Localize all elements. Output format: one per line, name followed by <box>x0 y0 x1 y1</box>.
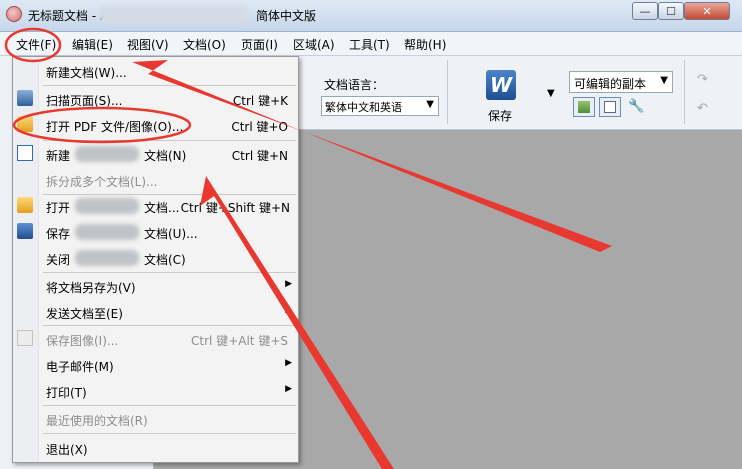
menu-item-label: 将文档另存为(V) <box>46 281 136 295</box>
menu-item-shortcut: Ctrl 键+K <box>232 94 288 108</box>
menu-item-email[interactable]: 电子邮件(M) ▶ <box>13 352 298 378</box>
document-language-label: 文档语言： <box>324 78 385 92</box>
menu-item-save-doc[interactable]: 保存 文档(U)... <box>13 219 298 245</box>
menu-item-save-as[interactable]: 将文档另存为(V) ▶ <box>13 273 298 299</box>
menu-item-shortcut: Ctrl 键+Shift 键+N <box>180 201 290 215</box>
maximize-button[interactable]: ☐ <box>658 2 684 20</box>
save-dropdown-icon[interactable]: ▼ <box>547 88 555 99</box>
submenu-arrow-icon: ▶ <box>285 358 292 368</box>
menu-item-shortcut: Ctrl 键+O <box>231 120 288 134</box>
menu-separator <box>43 433 296 434</box>
save-disk-icon <box>17 330 33 346</box>
redacted-text <box>75 146 139 162</box>
menu-item-label: 打开 PDF 文件/图像(O)... <box>46 120 184 134</box>
submenu-arrow-icon: ▶ <box>285 384 292 394</box>
menu-item-open-pdf[interactable]: 打开 PDF 文件/图像(O)... Ctrl 键+O <box>13 112 298 138</box>
menu-item-label: 打开 <box>46 201 71 215</box>
menu-item-recent-docs[interactable]: 最近使用的文档(R) <box>13 406 298 432</box>
close-button[interactable]: ✕ <box>684 2 730 20</box>
menu-item-label: 保存 <box>46 227 71 241</box>
menu-item-exit[interactable]: 退出(X) <box>13 435 298 461</box>
window-title-tail: 简体中文版 <box>256 9 317 23</box>
save-button-label[interactable]: 保存 <box>488 107 512 124</box>
folder-open-icon <box>17 116 33 132</box>
menu-item-new-word-doc[interactable]: 新建 文档(N) Ctrl 键+N <box>13 141 298 167</box>
menu-item-label: 最近使用的文档(R) <box>46 414 148 428</box>
menu-page[interactable]: 页面(I) <box>241 36 278 53</box>
menu-item-label: 新建 <box>46 149 71 163</box>
redacted-text <box>75 250 139 266</box>
chevron-down-icon: ▼ <box>660 75 668 86</box>
scanner-icon <box>17 90 33 106</box>
menu-item-label: 退出(X) <box>46 443 88 457</box>
app-icon[interactable] <box>6 6 22 22</box>
save-disk-icon <box>17 223 33 239</box>
chevron-down-icon: ▼ <box>426 99 434 110</box>
undo-icon[interactable]: ↶ <box>697 101 708 116</box>
menu-item-shortcut: Ctrl 键+Alt 键+S <box>191 334 288 348</box>
redo-icon[interactable]: ↷ <box>697 72 708 87</box>
wrench-icon[interactable]: 🔧 <box>628 99 644 114</box>
toolbar-divider <box>447 60 448 124</box>
copy-mode-value: 可编辑的副本 <box>574 77 647 91</box>
document-language-select[interactable]: 繁体中文和英语 ▼ <box>321 96 439 116</box>
menu-item-split-doc[interactable]: 拆分成多个文档(L)... <box>13 167 298 193</box>
menu-item-label: 保存图像(I)... <box>46 334 119 348</box>
text-view-button[interactable] <box>599 97 621 117</box>
menu-item-shortcut: Ctrl 键+N <box>231 149 288 163</box>
menu-bar: 文件(F) 编辑(E) 视图(V) 文档(O) 页面(I) 区域(A) 工具(T… <box>0 32 742 56</box>
menu-item-label: 发送文档至(E) <box>46 307 123 321</box>
page-icon <box>604 101 616 113</box>
menu-item-label: 关闭 <box>46 253 71 267</box>
window-title: 无标题文档 - A <box>28 9 109 23</box>
menu-document[interactable]: 文档(O) <box>183 36 226 53</box>
new-document-icon <box>17 145 33 161</box>
menu-item-label: 拆分成多个文档(L)... <box>46 175 158 189</box>
menu-item-label: 打印(T) <box>46 386 87 400</box>
menu-item-label-suffix: 文档(U)... <box>144 227 198 241</box>
redacted-text <box>75 198 139 214</box>
word-doc-icon[interactable]: W <box>486 70 516 100</box>
image-view-button[interactable] <box>573 97 595 117</box>
menu-item-label-suffix: 文档(N) <box>144 149 187 163</box>
submenu-arrow-icon: ▶ <box>285 305 292 315</box>
menu-item-label-suffix: 文档(C) <box>144 253 186 267</box>
menu-item-label: 扫描页面(S)... <box>46 94 123 108</box>
redacted-text <box>75 224 139 240</box>
menu-edit[interactable]: 编辑(E) <box>72 36 113 53</box>
title-bar: 无标题文档 - A 简体中文版 — ☐ ✕ <box>0 0 742 32</box>
menu-file[interactable]: 文件(F) <box>16 36 56 53</box>
menu-item-open-doc[interactable]: 打开 文档... Ctrl 键+Shift 键+N <box>13 193 298 219</box>
image-icon <box>578 101 590 113</box>
folder-open-icon <box>17 197 33 213</box>
menu-item-label: 新建文档(W)... <box>46 66 127 80</box>
menu-item-scan-page[interactable]: 扫描页面(S)... Ctrl 键+K <box>13 86 298 112</box>
menu-item-label: 电子邮件(M) <box>46 360 114 374</box>
toolbar-divider <box>684 60 685 124</box>
menu-item-close-doc[interactable]: 关闭 文档(C) <box>13 245 298 271</box>
menu-item-save-image[interactable]: 保存图像(I)... Ctrl 键+Alt 键+S <box>13 326 298 352</box>
menu-item-new-doc[interactable]: 新建文档(W)... <box>13 58 298 84</box>
file-menu-dropdown: 新建文档(W)... 扫描页面(S)... Ctrl 键+K 打开 PDF 文件… <box>12 56 299 463</box>
menu-item-print[interactable]: 打印(T) ▶ <box>13 378 298 404</box>
menu-view[interactable]: 视图(V) <box>127 36 169 53</box>
copy-mode-select[interactable]: 可编辑的副本 ▼ <box>569 71 673 93</box>
menu-item-label-suffix: 文档... <box>144 201 180 215</box>
menu-help[interactable]: 帮助(H) <box>404 36 446 53</box>
menu-item-send-to[interactable]: 发送文档至(E) ▶ <box>13 299 298 325</box>
menu-tools[interactable]: 工具(T) <box>349 36 390 53</box>
document-language-value: 繁体中文和英语 <box>325 101 402 114</box>
submenu-arrow-icon: ▶ <box>285 279 292 289</box>
minimize-button[interactable]: — <box>632 2 658 20</box>
menu-area[interactable]: 区域(A) <box>293 36 335 53</box>
title-redacted <box>98 5 248 23</box>
